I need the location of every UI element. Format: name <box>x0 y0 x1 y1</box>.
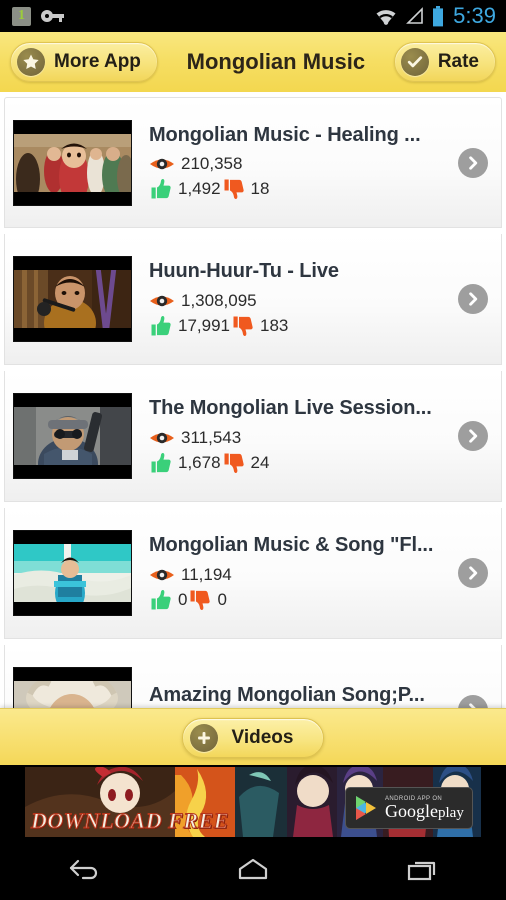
status-bar-notifications: 1 <box>0 6 65 26</box>
list-item[interactable]: Huun-Huur-Tu - Live 1,308,095 17,991 183 <box>4 234 502 365</box>
list-item[interactable]: The Mongolian Live Session... 311,543 1,… <box>4 371 502 502</box>
home-icon <box>238 858 268 880</box>
video-thumbnail <box>13 393 132 479</box>
chevron-right-icon[interactable] <box>458 695 488 708</box>
list-item[interactable]: Mongolian Music & Song "Fl... 11,194 0 0 <box>4 508 502 639</box>
likes-count: 1,678 <box>178 452 221 472</box>
google-play-icon <box>356 796 376 820</box>
back-button[interactable] <box>44 846 124 894</box>
battery-icon <box>433 5 444 26</box>
ad-store-suffix: play <box>438 804 464 821</box>
android-screen: 1 5:39 More App Mongolian Music Rate Mon… <box>0 0 506 900</box>
thumbs-down-icon <box>233 316 253 336</box>
more-app-button[interactable]: More App <box>10 42 158 82</box>
star-icon <box>17 48 45 76</box>
chevron-right-icon[interactable] <box>458 421 488 451</box>
views-count: 210,358 <box>181 154 243 173</box>
likes-count: 0 <box>178 589 188 609</box>
views-count: 1,308,095 <box>181 290 257 310</box>
ratings-row: 1,492 18 <box>149 177 452 202</box>
notification-badge-1-icon: 1 <box>12 6 31 26</box>
thumbs-up-icon <box>151 315 171 335</box>
ratings-row: 0 0 <box>149 587 452 612</box>
signal-icon <box>406 7 423 24</box>
back-arrow-icon <box>70 859 98 880</box>
views-row: 1,308,095 <box>149 288 452 313</box>
dislikes-count: 18 <box>250 179 270 198</box>
video-title: Mongolian Music & Song "Fl... <box>149 534 434 556</box>
rate-button[interactable]: Rate <box>393 42 496 82</box>
videos-button[interactable]: Videos <box>181 717 325 758</box>
chevron-right-icon[interactable] <box>458 147 488 178</box>
videos-label: Videos <box>231 726 294 748</box>
ratings-row: 1,678 24 <box>149 450 452 475</box>
bottom-bar: Videos <box>0 708 506 766</box>
video-title: Huun-Huur-Tu - Live <box>149 260 339 282</box>
video-info: Mongolian Music & Song "Fl... 11,194 0 0 <box>149 534 458 612</box>
more-app-label: More App <box>54 51 141 72</box>
ad-zone: DOWNLOAD FREE ANDROID APP ON Googleplay <box>0 765 506 840</box>
thumbs-down-icon <box>190 590 211 610</box>
home-button[interactable] <box>213 846 293 894</box>
video-thumbnail <box>13 667 132 708</box>
dislikes-count: 183 <box>260 315 289 335</box>
status-bar-system-icons: 5:39 <box>374 5 506 27</box>
views-eye-icon <box>150 569 174 580</box>
views-row: 11,194 <box>149 562 452 587</box>
video-info: The Mongolian Live Session... 311,543 1,… <box>149 397 458 475</box>
views-count: 311,543 <box>181 427 242 447</box>
thumbs-down-icon <box>224 179 244 200</box>
likes-count: 1,492 <box>178 179 221 198</box>
android-navigation-bar <box>0 840 506 900</box>
views-eye-icon <box>150 158 174 170</box>
ad-banner[interactable]: DOWNLOAD FREE ANDROID APP ON Googleplay <box>25 767 481 837</box>
status-bar: 1 5:39 <box>0 0 506 32</box>
video-thumbnail <box>13 530 132 616</box>
views-eye-icon <box>150 432 174 443</box>
video-title: Mongolian Music - Healing ... <box>149 123 421 146</box>
video-title: Amazing Mongolian Song;P... <box>149 683 425 706</box>
vpn-key-icon <box>41 9 65 23</box>
list-item[interactable]: Amazing Mongolian Song;P... <box>4 645 502 708</box>
video-thumbnail <box>13 119 132 206</box>
video-list[interactable]: Mongolian Music - Healing ... 210,358 1,… <box>0 92 506 708</box>
dislikes-count: 0 <box>217 589 227 609</box>
google-play-badge[interactable]: ANDROID APP ON Googleplay <box>345 787 473 829</box>
ratings-row: 17,991 183 <box>149 313 452 338</box>
page-title: Mongolian Music <box>186 49 366 74</box>
thumbs-down-icon <box>224 453 244 473</box>
thumbs-up-icon <box>151 178 171 199</box>
video-info: Amazing Mongolian Song;P... <box>149 684 458 709</box>
likes-count: 17,991 <box>178 315 230 335</box>
ad-store-name: Google <box>385 800 438 821</box>
ad-download-text: DOWNLOAD FREE <box>31 808 229 834</box>
wifi-icon <box>376 10 396 25</box>
chevron-right-icon[interactable] <box>458 558 488 588</box>
chevron-right-icon[interactable] <box>458 284 488 314</box>
views-count: 11,194 <box>181 564 232 584</box>
views-row: 311,543 <box>149 425 452 450</box>
video-thumbnail <box>13 256 132 342</box>
recent-apps-icon <box>407 861 435 881</box>
views-eye-icon <box>150 295 174 306</box>
thumbs-up-icon <box>151 452 171 472</box>
video-title: The Mongolian Live Session... <box>149 397 432 419</box>
app-header: More App Mongolian Music Rate <box>0 32 506 93</box>
recent-apps-button[interactable] <box>382 846 462 894</box>
rate-label: Rate <box>437 51 479 72</box>
dislikes-count: 24 <box>250 452 270 472</box>
thumbs-up-icon <box>151 589 171 609</box>
list-item[interactable]: Mongolian Music - Healing ... 210,358 1,… <box>4 97 502 228</box>
check-icon <box>400 48 429 76</box>
video-info: Mongolian Music - Healing ... 210,358 1,… <box>149 124 458 202</box>
status-bar-clock: 5:39 <box>453 3 496 28</box>
video-info: Huun-Huur-Tu - Live 1,308,095 17,991 183 <box>149 260 458 338</box>
views-row: 210,358 <box>149 152 452 177</box>
plus-icon <box>189 723 218 752</box>
